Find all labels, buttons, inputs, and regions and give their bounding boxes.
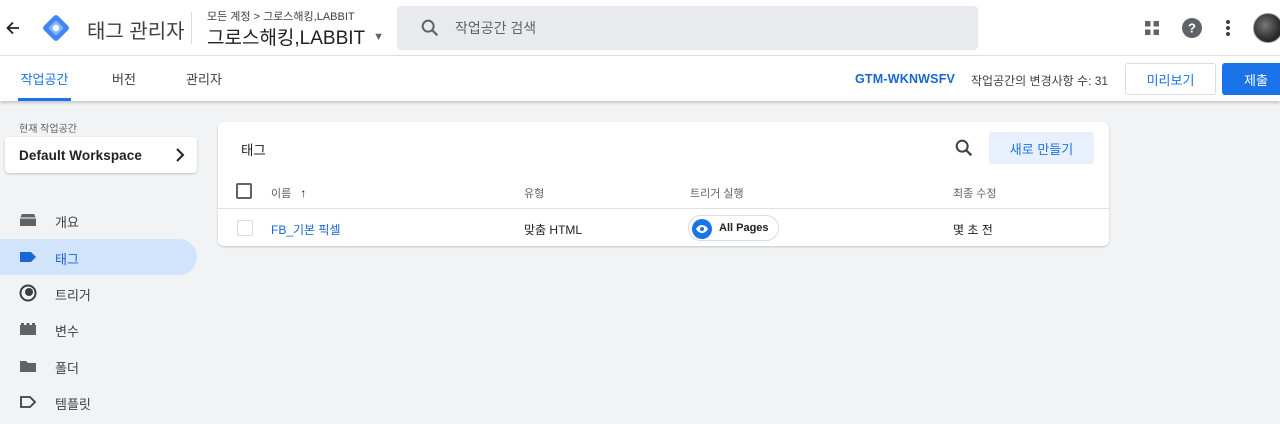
- tag-name-link[interactable]: FB_기본 픽셀: [271, 221, 341, 238]
- container-id[interactable]: GTM-WKNWSFV: [855, 72, 955, 86]
- tab-admin[interactable]: 관리자: [182, 56, 226, 101]
- app-title: 태그 관리자: [87, 21, 185, 43]
- sidebar-item-label: 템플릿: [55, 397, 91, 412]
- gtm-logo-icon[interactable]: [40, 12, 72, 44]
- avatar[interactable]: [1253, 13, 1280, 43]
- sidebar-item-label: 트리거: [55, 288, 91, 303]
- variable-icon: [19, 320, 37, 338]
- tag-type: 맞춤 HTML: [524, 223, 583, 237]
- account-breadcrumb[interactable]: 모든 계정 > 그로스해킹,LABBIT: [207, 8, 355, 24]
- workspace-name: Default Workspace: [19, 147, 142, 163]
- chevron-right-icon: [176, 148, 185, 162]
- caret-down-icon: ▼: [373, 30, 385, 43]
- sidebar-item-variables[interactable]: 변수: [0, 311, 197, 347]
- eye-icon: [692, 219, 712, 239]
- column-header-label: 이름: [271, 188, 292, 200]
- preview-button[interactable]: 미리보기: [1125, 63, 1216, 95]
- apps-grid-icon[interactable]: [1140, 16, 1164, 40]
- help-icon[interactable]: ?: [1180, 16, 1204, 40]
- tab-versions[interactable]: 버전: [107, 56, 141, 101]
- sidebar-item-overview[interactable]: 개요: [0, 202, 197, 238]
- sidebar-item-tags[interactable]: 태그: [0, 239, 197, 275]
- last-modified: 몇 초 전: [953, 223, 993, 237]
- sidebar-item-label: 태그: [55, 252, 79, 267]
- workspace-search-bar[interactable]: [397, 6, 978, 50]
- svg-text:?: ?: [1188, 21, 1196, 36]
- column-header-type[interactable]: 유형: [524, 185, 544, 201]
- workspace-tab-bar: 작업공간 버전 관리자 GTM-WKNWSFV 작업공간의 변경사항 수: 31…: [0, 56, 1280, 101]
- topbar-divider: [191, 12, 192, 44]
- search-input[interactable]: [455, 20, 935, 36]
- back-arrow-icon[interactable]: [2, 16, 24, 40]
- column-header-trigger[interactable]: 트리거 실행: [690, 185, 744, 201]
- tag-icon: [19, 248, 37, 266]
- search-icon: [421, 19, 439, 37]
- card-title: 태그: [241, 143, 266, 158]
- sidebar-item-triggers[interactable]: 트리거: [0, 275, 197, 311]
- new-tag-button[interactable]: 새로 만들기: [989, 132, 1094, 164]
- header-divider: [218, 208, 1109, 209]
- select-all-checkbox[interactable]: [236, 183, 252, 199]
- folder-icon: [19, 357, 37, 375]
- top-app-bar: 태그 관리자 모든 계정 > 그로스해킹,LABBIT 그로스해킹,LABBIT…: [0, 0, 1280, 56]
- template-icon: [19, 393, 37, 411]
- tab-workspace[interactable]: 작업공간: [18, 56, 71, 101]
- search-icon[interactable]: [953, 137, 975, 159]
- sidebar-item-folders[interactable]: 폴더: [0, 348, 197, 384]
- column-header-modified[interactable]: 최종 수정: [953, 185, 997, 201]
- trigger-label: All Pages: [719, 222, 769, 234]
- trigger-icon: [19, 284, 37, 302]
- sidebar-item-label: 폴더: [55, 361, 79, 376]
- more-vert-icon[interactable]: [1216, 16, 1240, 40]
- overview-icon: [19, 211, 37, 229]
- workspace-selector[interactable]: Default Workspace: [5, 137, 197, 173]
- tags-card: 태그 새로 만들기 이름 ↑ 유형 트리거 실행 최종 수정 FB_기본 픽셀 …: [218, 122, 1109, 246]
- trigger-chip[interactable]: All Pages: [688, 215, 779, 241]
- sidebar-item-label: 개요: [55, 215, 79, 230]
- current-workspace-label: 현재 작업공간: [19, 124, 77, 135]
- sidebar-item-templates[interactable]: 템플릿: [0, 384, 197, 420]
- container-selector[interactable]: 그로스해킹,LABBIT ▼: [207, 23, 384, 50]
- workspace-changes-count: 작업공간의 변경사항 수: 31: [971, 74, 1109, 88]
- row-checkbox[interactable]: [237, 220, 253, 236]
- column-header-name[interactable]: 이름 ↑: [271, 185, 306, 201]
- container-name: 그로스해킹,LABBIT: [207, 28, 366, 49]
- sidebar-item-label: 변수: [55, 324, 79, 339]
- sort-ascending-icon: ↑: [300, 186, 307, 200]
- submit-button[interactable]: 제출: [1222, 63, 1280, 95]
